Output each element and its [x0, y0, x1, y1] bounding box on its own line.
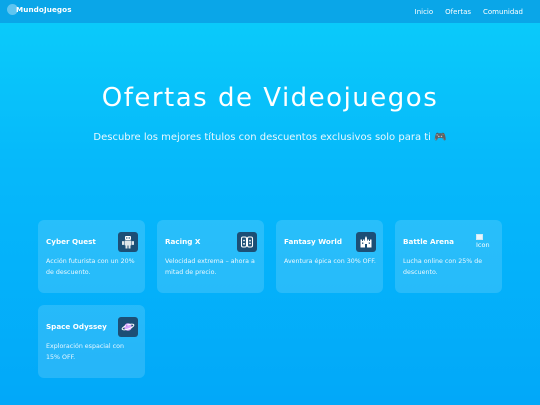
game-card-space-odyssey[interactable]: Space Odyssey Exploración espacial con 1…: [38, 305, 145, 378]
game-card-racing-x[interactable]: Racing X Velocidad extrema – ahora a mit…: [157, 220, 264, 293]
broken-image-glyph: [476, 234, 483, 240]
game-card-fantasy-world[interactable]: Fantasy World Aventura épica con 30% OFF…: [276, 220, 383, 293]
nav-link-ofertas[interactable]: Ofertas: [445, 8, 471, 16]
brand-logo[interactable]: MundoJuegos: [7, 4, 72, 15]
page-subtitle: Descubre los mejores títulos con descuen…: [93, 132, 447, 143]
navbar: MundoJuegos Inicio Ofertas Comunidad: [0, 0, 540, 23]
nav-links: Inicio Ofertas Comunidad: [415, 0, 523, 23]
card-description: Acción futurista con un 20% de descuento…: [46, 258, 135, 276]
card-title: Fantasy World: [284, 237, 342, 246]
page-title: Ofertas de Videojuegos: [101, 83, 439, 113]
game-card-battle-arena[interactable]: Battle Arena Icon Lucha online con 25% d…: [395, 220, 502, 293]
card-title: Cyber Quest: [46, 237, 96, 246]
brand-name: MundoJuegos: [16, 5, 72, 14]
card-title: Battle Arena: [403, 237, 454, 246]
castle-icon: [356, 232, 376, 252]
card-description: Lucha online con 25% de descuento.: [403, 258, 483, 276]
card-description: Exploración espacial con 15% OFF.: [46, 343, 124, 361]
icon-alt-text: Icon: [476, 241, 490, 249]
robot-icon: [118, 232, 138, 252]
card-description: Aventura épica con 30% OFF.: [284, 258, 376, 265]
card-description: Velocidad extrema – ahora a mitad de pre…: [165, 258, 255, 276]
nav-link-inicio[interactable]: Inicio: [415, 8, 434, 16]
planet-icon: [118, 317, 138, 337]
nav-link-comunidad[interactable]: Comunidad: [483, 8, 523, 16]
game-card-cyber-quest[interactable]: Cyber Quest Acción futurista con un 20% …: [38, 220, 145, 293]
card-title: Racing X: [165, 237, 201, 246]
broken-image-icon: Icon: [475, 232, 495, 252]
card-title: Space Odyssey: [46, 322, 107, 331]
gamepad-icon: [237, 232, 257, 252]
